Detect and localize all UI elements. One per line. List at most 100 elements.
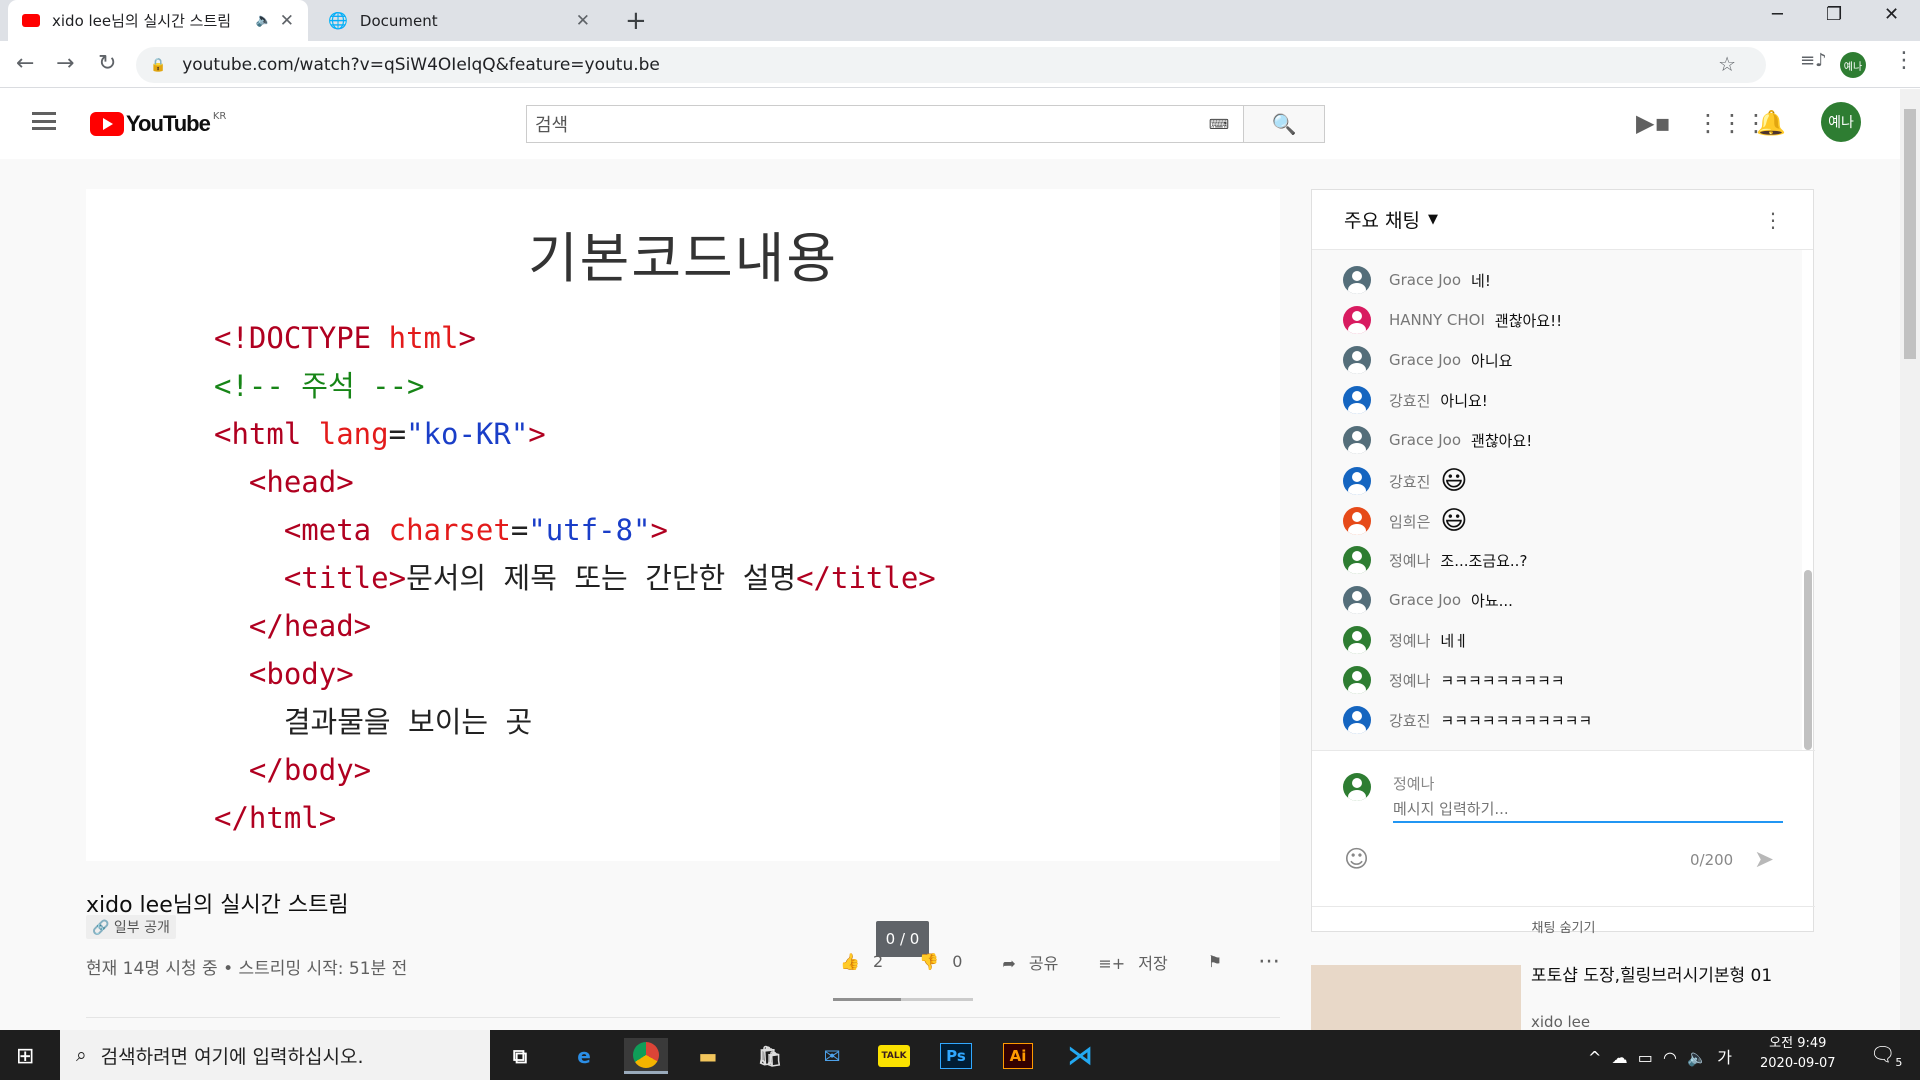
profile-avatar[interactable]: 예나 xyxy=(1840,52,1866,78)
tab-document[interactable]: 🌐 Document ✕ xyxy=(314,0,604,41)
notifications-bell-icon[interactable]: 🔔 xyxy=(1756,109,1786,137)
onedrive-icon[interactable]: ☁ xyxy=(1612,1048,1628,1067)
new-tab-icon[interactable]: + xyxy=(625,6,647,36)
chat-author[interactable]: 강효진 xyxy=(1389,390,1430,411)
chat-message[interactable]: 강효진 😃 xyxy=(1343,466,1468,496)
chat-author[interactable]: Grace Joo xyxy=(1389,351,1461,369)
chat-message[interactable]: 임희은 😃 xyxy=(1343,506,1468,536)
chat-author[interactable]: Grace Joo xyxy=(1389,271,1461,289)
chat-message[interactable]: Grace Joo 네! xyxy=(1343,266,1491,294)
back-icon[interactable]: ← xyxy=(16,51,34,76)
keyboard-icon[interactable]: ⌨ xyxy=(1209,117,1229,133)
chat-author[interactable]: 임희은 xyxy=(1389,511,1430,532)
avatar[interactable] xyxy=(1343,626,1371,654)
chat-message-input[interactable] xyxy=(1393,797,1783,823)
chat-author[interactable]: 정예나 xyxy=(1389,670,1430,691)
hide-chat-button[interactable]: 채팅 숨기기 xyxy=(1312,906,1815,936)
save-button[interactable]: ≡+ 저장 xyxy=(1098,950,1175,974)
menu-icon[interactable] xyxy=(32,112,56,130)
chat-author[interactable]: 정예나 xyxy=(1389,630,1430,651)
chat-message[interactable]: 정예나 조...조금요..? xyxy=(1343,546,1527,574)
avatar[interactable] xyxy=(1343,426,1371,454)
bookmark-star-icon[interactable]: ☆ xyxy=(1718,52,1736,76)
volume-icon[interactable]: 🔈 xyxy=(1687,1048,1707,1067)
dislike-button[interactable]: 👎 0 xyxy=(919,952,970,971)
chat-author[interactable]: Grace Joo xyxy=(1389,591,1461,609)
address-bar[interactable]: 🔒 youtube.com/watch?v=qSiW4OIelqQ&featur… xyxy=(136,47,1766,83)
edge-icon[interactable]: e xyxy=(562,1038,606,1074)
chat-message[interactable]: HANNY CHOI 괜찮아요!! xyxy=(1343,306,1562,334)
avatar[interactable] xyxy=(1343,706,1371,734)
kakaotalk-icon[interactable]: TALK xyxy=(872,1038,916,1074)
avatar[interactable] xyxy=(1343,306,1371,334)
chat-author[interactable]: HANNY CHOI xyxy=(1389,311,1485,329)
avatar[interactable] xyxy=(1343,386,1371,414)
avatar[interactable] xyxy=(1343,546,1371,574)
recommended-video[interactable]: 포토샵 도장,힐링브러시기본형 01 xido lee xyxy=(1311,965,1814,1035)
like-button[interactable]: 👍 2 xyxy=(840,952,891,971)
task-view-icon[interactable]: ⧉ xyxy=(498,1038,542,1074)
report-flag-icon[interactable]: ⚑ xyxy=(1208,952,1222,971)
browser-menu-icon[interactable]: ⋮ xyxy=(1893,48,1915,73)
forward-icon[interactable]: → xyxy=(56,51,74,76)
reload-icon[interactable]: ↻ xyxy=(98,51,116,76)
file-explorer-icon[interactable]: ▬ xyxy=(686,1038,730,1074)
recommended-title[interactable]: 포토샵 도장,힐링브러시기본형 01 xyxy=(1531,965,1791,987)
share-button[interactable]: ➦ 공유 xyxy=(1002,950,1066,974)
chat-author[interactable]: 강효진 xyxy=(1389,710,1430,731)
chat-mode-dropdown[interactable]: 주요 채팅 xyxy=(1344,206,1420,233)
more-actions-icon[interactable]: ⋯ xyxy=(1258,949,1280,974)
account-avatar[interactable]: 예나 xyxy=(1821,102,1861,142)
chat-author[interactable]: Grace Joo xyxy=(1389,431,1461,449)
illustrator-icon[interactable]: Ai xyxy=(996,1038,1040,1074)
speaker-icon[interactable]: 🔈 xyxy=(256,13,272,28)
avatar[interactable] xyxy=(1343,666,1371,694)
tray-chevron-icon[interactable]: ^ xyxy=(1588,1048,1601,1067)
recommended-author[interactable]: xido lee xyxy=(1531,1013,1590,1031)
chrome-icon[interactable] xyxy=(624,1038,668,1074)
avatar[interactable] xyxy=(1343,586,1371,614)
chat-message[interactable]: 정예나 네ㅔ xyxy=(1343,626,1468,654)
avatar[interactable] xyxy=(1343,266,1371,294)
clock[interactable]: 오전 9:49 2020-09-07 xyxy=(1760,1034,1836,1074)
chat-message[interactable]: Grace Joo 아니요 xyxy=(1343,346,1512,374)
minimize-icon[interactable]: ─ xyxy=(1772,4,1783,25)
windows-start-icon[interactable]: ⊞ xyxy=(16,1044,34,1069)
chat-more-icon[interactable]: ⋮ xyxy=(1763,208,1783,232)
dropdown-arrow-icon[interactable]: ▼ xyxy=(1428,212,1438,227)
chat-message[interactable]: 강효진 아니요! xyxy=(1343,386,1488,414)
chat-author[interactable]: 강효진 xyxy=(1389,471,1430,492)
mail-icon[interactable]: ✉ xyxy=(810,1038,854,1074)
close-window-icon[interactable]: ✕ xyxy=(1884,4,1899,25)
chat-message[interactable]: Grace Joo 괜찮아요! xyxy=(1343,426,1532,454)
video-player[interactable]: 기본코드내용 <!DOCTYPE html> <!-- 주석 --> <html l… xyxy=(86,189,1280,861)
chat-scrollbar[interactable] xyxy=(1804,570,1812,750)
close-tab-icon[interactable]: ✕ xyxy=(576,11,590,31)
photoshop-icon[interactable]: Ps xyxy=(934,1038,978,1074)
avatar[interactable] xyxy=(1343,507,1371,535)
battery-icon[interactable]: ▭ xyxy=(1638,1048,1653,1067)
search-button[interactable]: 🔍 xyxy=(1244,105,1325,143)
wifi-icon[interactable]: ◠ xyxy=(1663,1048,1677,1067)
media-control-icon[interactable]: ≡♪ xyxy=(1800,50,1827,71)
close-tab-icon[interactable]: ✕ xyxy=(280,11,294,31)
chat-message[interactable]: 정예나 ㅋㅋㅋㅋㅋㅋㅋㅋㅋ xyxy=(1343,666,1565,694)
ime-indicator[interactable]: 가 xyxy=(1717,1048,1732,1067)
avatar[interactable] xyxy=(1343,346,1371,374)
maximize-icon[interactable]: ❐ xyxy=(1826,4,1842,25)
chat-author[interactable]: 정예나 xyxy=(1389,550,1430,571)
video-thumbnail[interactable] xyxy=(1311,965,1521,1035)
chat-message[interactable]: Grace Joo 아뇨... xyxy=(1343,586,1513,614)
notification-center-icon[interactable]: 🗨5 xyxy=(1870,1042,1902,1069)
avatar[interactable] xyxy=(1343,467,1371,495)
youtube-logo[interactable]: YouTube KR xyxy=(90,111,226,137)
taskbar-search-input[interactable]: ⌕ 검색하려면 여기에 입력하십시오. xyxy=(60,1030,490,1080)
search-input[interactable]: 검색 ⌨ xyxy=(526,105,1244,143)
store-icon[interactable]: 🛍 xyxy=(748,1038,792,1074)
send-icon[interactable]: ➤ xyxy=(1754,845,1774,873)
vscode-icon[interactable]: ⋊ xyxy=(1058,1038,1102,1074)
create-video-icon[interactable]: ▶▪ xyxy=(1636,109,1671,137)
tab-youtube[interactable]: xido lee님의 실시간 스트림 🔈 ✕ xyxy=(8,0,308,41)
page-scrollbar[interactable] xyxy=(1900,89,1920,1030)
chat-message[interactable]: 강효진 ㅋㅋㅋㅋㅋㅋㅋㅋㅋㅋㅋ xyxy=(1343,706,1592,734)
